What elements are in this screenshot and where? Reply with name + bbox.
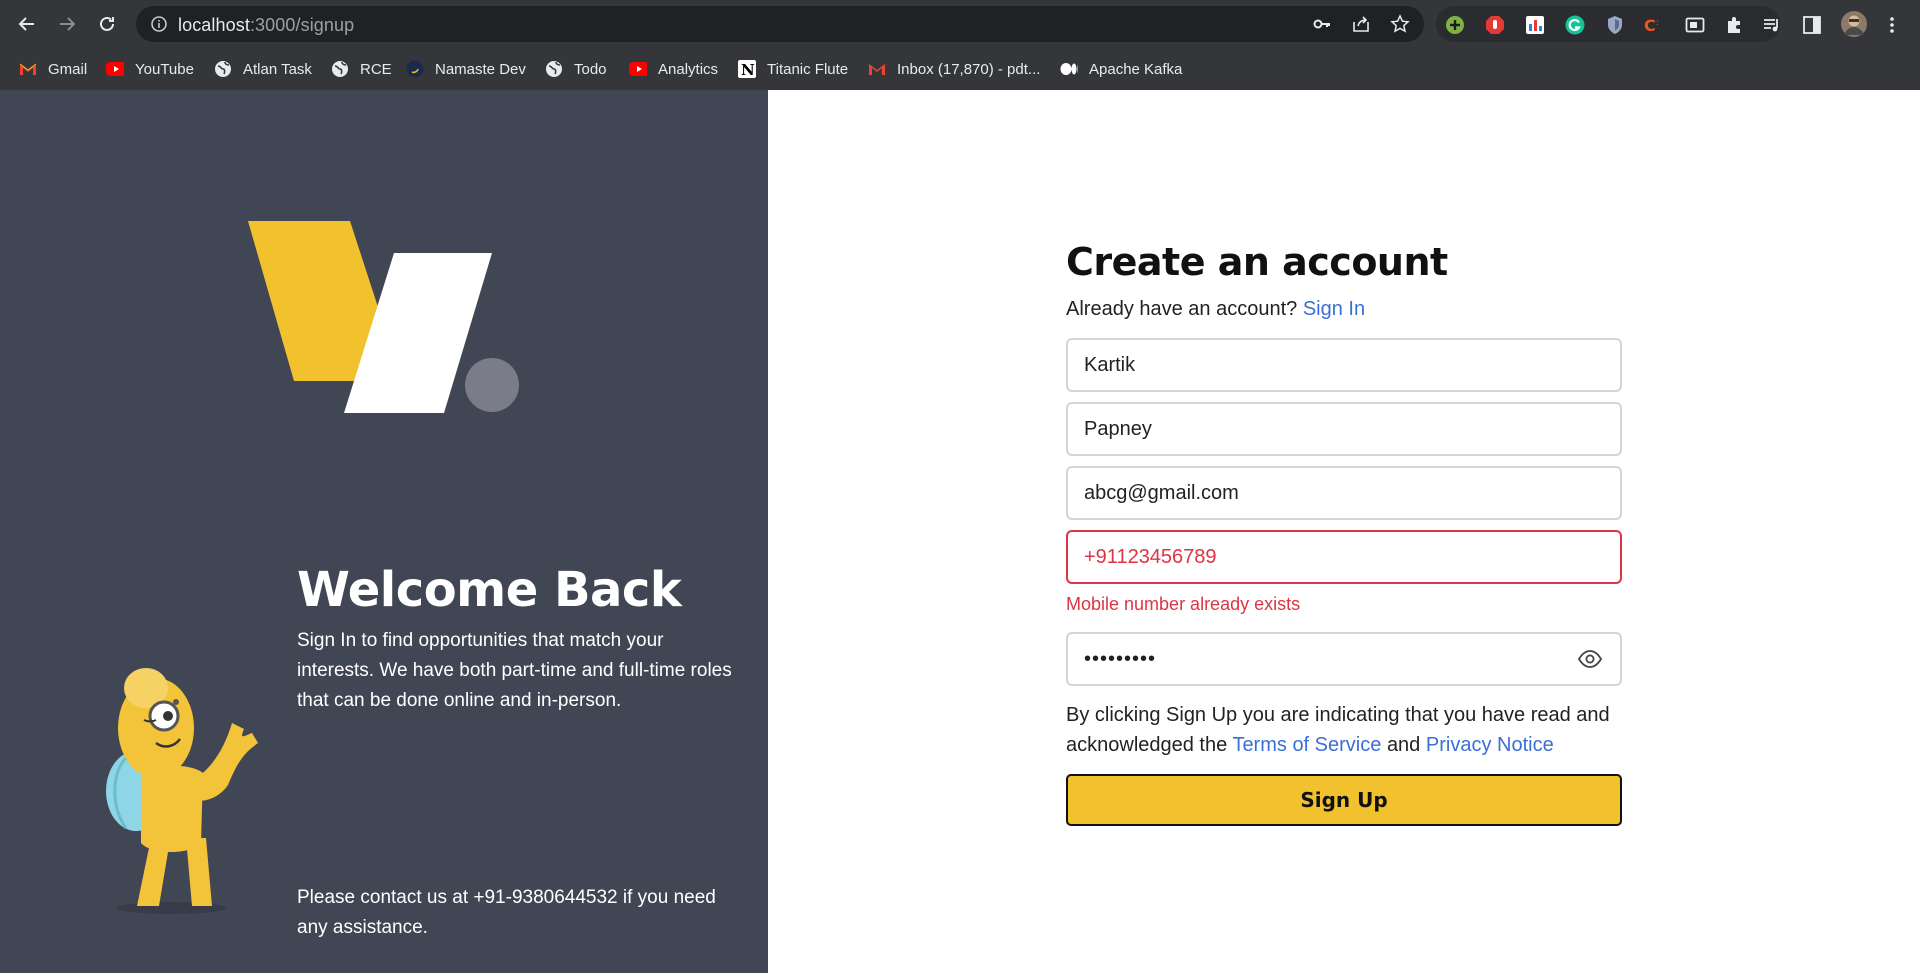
phone-error-message: Mobile number already exists xyxy=(1066,594,1301,614)
extension-chart-icon[interactable] xyxy=(1524,14,1546,36)
welcome-title: Welcome Back xyxy=(297,562,682,618)
terms-of-service-link[interactable]: Terms of Service xyxy=(1232,734,1381,756)
site-info-icon[interactable] xyxy=(150,15,168,33)
menu-kebab-icon[interactable] xyxy=(1881,14,1903,36)
contact-text: Please contact us at +91-9380644532 if y… xyxy=(297,887,716,938)
phone-field[interactable] xyxy=(1068,532,1620,582)
media-queue-icon[interactable] xyxy=(1761,14,1783,36)
bookmark-analytics[interactable]: Analytics xyxy=(629,58,718,80)
bookmark-apache-kafka[interactable]: Apache Kafka xyxy=(1060,58,1182,80)
svg-text::: : xyxy=(1656,18,1659,28)
youtube-icon xyxy=(629,60,647,78)
bookmark-atlan-task[interactable]: Atlan Task xyxy=(214,58,312,80)
bookmark-youtube[interactable]: YouTube xyxy=(106,58,194,80)
bookmark-titanic-flute[interactable]: N Titanic Flute xyxy=(738,58,848,80)
bookmark-star-icon[interactable] xyxy=(1390,14,1410,34)
youtube-icon xyxy=(106,60,124,78)
phone-field-wrapper xyxy=(1066,530,1622,584)
extension-plus-icon[interactable] xyxy=(1444,14,1466,36)
browser-toolbar: localhost:3000/signup C: xyxy=(0,0,1920,48)
bookmark-label: Inbox (17,870) - pdt... xyxy=(897,60,1041,78)
signin-prompt-text: Already have an account? xyxy=(1066,298,1298,320)
password-field-wrapper xyxy=(1066,632,1622,686)
first-name-field-wrapper xyxy=(1066,338,1622,392)
extension-shield-icon[interactable] xyxy=(1604,14,1626,36)
bookmark-label: YouTube xyxy=(135,60,194,78)
gmail-icon xyxy=(19,60,37,78)
url-host: localhost xyxy=(178,15,250,35)
last-name-field[interactable] xyxy=(1068,404,1620,454)
extension-adblock-icon[interactable] xyxy=(1484,14,1506,36)
globe-icon xyxy=(545,60,563,78)
bookmark-label: Atlan Task xyxy=(243,60,312,78)
key-icon[interactable] xyxy=(1312,14,1332,34)
bookmark-label: Todo xyxy=(574,60,607,78)
bookmark-label: Titanic Flute xyxy=(767,60,849,78)
first-name-field[interactable] xyxy=(1068,340,1620,390)
medium-icon xyxy=(1060,60,1078,78)
email-field[interactable] xyxy=(1068,468,1620,518)
bookmark-label: Apache Kafka xyxy=(1089,60,1183,78)
reload-icon[interactable] xyxy=(93,10,121,38)
svg-text:N: N xyxy=(741,61,755,78)
bookmark-label: Gmail xyxy=(48,60,88,78)
back-icon[interactable] xyxy=(13,10,41,38)
signup-button[interactable]: Sign Up xyxy=(1066,774,1622,826)
bookmark-label: RCE xyxy=(360,60,392,78)
brand-logo xyxy=(248,221,519,413)
forward-icon[interactable] xyxy=(53,10,81,38)
bookmark-namaste-dev[interactable]: Namaste Dev xyxy=(406,58,526,80)
notion-icon: N xyxy=(738,60,756,78)
share-icon[interactable] xyxy=(1351,14,1371,34)
extension-grammarly-icon[interactable] xyxy=(1564,14,1586,36)
extensions-area: C: xyxy=(1436,6,1780,42)
address-bar[interactable]: localhost:3000/signup xyxy=(136,6,1424,42)
gmail-icon xyxy=(868,60,886,78)
namaste-dev-icon xyxy=(406,60,424,78)
password-field[interactable] xyxy=(1068,634,1620,684)
bookmark-label: Namaste Dev xyxy=(435,60,526,78)
url-path: :3000/signup xyxy=(249,15,355,35)
url-text: localhost:3000/signup xyxy=(178,15,354,36)
bookmark-gmail[interactable]: Gmail xyxy=(19,58,87,80)
privacy-notice-link[interactable]: Privacy Notice xyxy=(1426,734,1554,756)
terms-and-text: and xyxy=(1386,734,1421,756)
turtle-mascot-illustration xyxy=(106,668,258,914)
welcome-panel: Welcome Back Sign In to find opportuniti… xyxy=(0,90,768,973)
page-title: Create an account xyxy=(1066,240,1448,284)
profile-avatar[interactable] xyxy=(1841,11,1867,37)
signin-link[interactable]: Sign In xyxy=(1303,298,1365,320)
browser-chrome: localhost:3000/signup C: Gmail YouTube A… xyxy=(0,0,1920,90)
side-panel-icon[interactable] xyxy=(1801,14,1823,36)
bookmark-label: Analytics xyxy=(658,60,719,78)
signup-form: Create an account Already have an accoun… xyxy=(1066,240,1622,826)
email-field-wrapper xyxy=(1066,466,1622,520)
extension-pip-icon[interactable] xyxy=(1684,14,1706,36)
svg-text:C: C xyxy=(1644,16,1656,35)
globe-icon xyxy=(214,60,232,78)
bookmark-todo[interactable]: Todo xyxy=(545,58,607,80)
bookmarks-bar: Gmail YouTube Atlan Task RCE Namaste Dev… xyxy=(0,50,1920,86)
bookmark-inbox[interactable]: Inbox (17,870) - pdt... xyxy=(868,58,1040,80)
terms-notice: By clicking Sign Up you are indicating t… xyxy=(1066,700,1622,760)
extensions-puzzle-icon[interactable] xyxy=(1724,14,1746,36)
bookmark-rce[interactable]: RCE xyxy=(331,58,392,80)
last-name-field-wrapper xyxy=(1066,402,1622,456)
globe-icon xyxy=(331,60,349,78)
extension-code-icon[interactable]: C: xyxy=(1644,14,1666,36)
welcome-text: Sign In to find opportunities that match… xyxy=(297,630,732,711)
signin-prompt: Already have an account? Sign In xyxy=(1066,298,1622,326)
show-password-eye-icon[interactable] xyxy=(1578,649,1602,669)
